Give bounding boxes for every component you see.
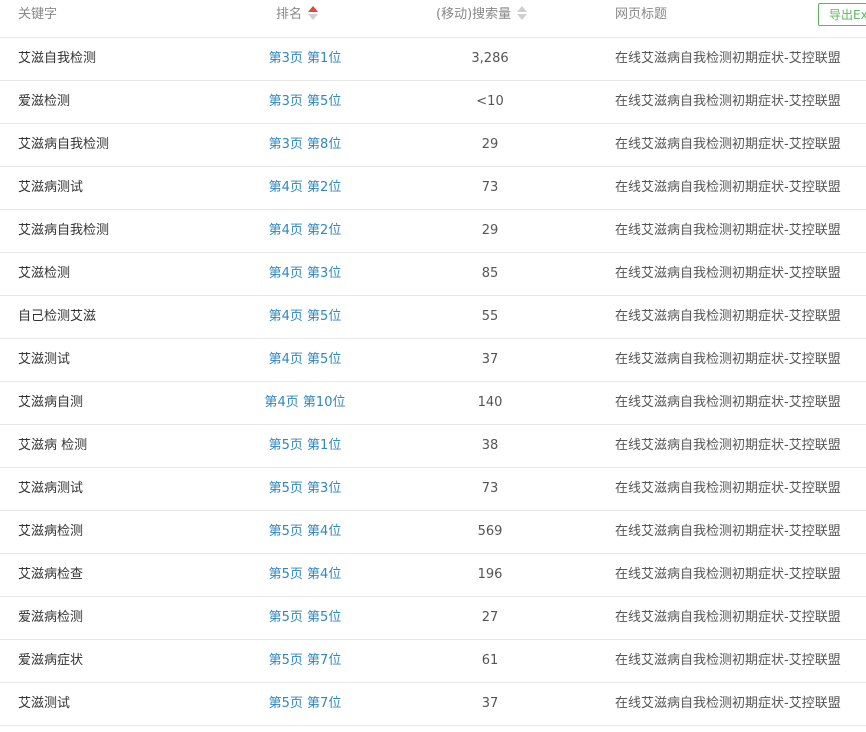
header-rank[interactable]: 排名 (276, 0, 319, 29)
table-row: 艾滋病检测 第5页 第4位 569 在线艾滋病自我检测初期症状-艾控联盟 (0, 511, 866, 554)
rank-link[interactable]: 第5页 第7位 (195, 640, 415, 682)
page-title-cell: 在线艾滋病自我检测初期症状-艾控联盟 (615, 524, 841, 539)
rank-link[interactable]: 第5页 第5位 (195, 597, 415, 639)
rank-link[interactable]: 第4页 第5位 (195, 339, 415, 381)
rank-link[interactable]: 第5页 第4位 (195, 511, 415, 553)
search-volume-cell: 29 (481, 137, 499, 152)
search-volume-cell: 38 (481, 438, 499, 453)
rank-link[interactable]: 第5页 第3位 (195, 468, 415, 510)
rank-link[interactable]: 第3页 第5位 (195, 81, 415, 123)
keyword-cell: 爱滋检测 (18, 94, 71, 109)
keyword-cell: 艾滋自我检测 (18, 51, 97, 66)
sort-icon[interactable] (308, 5, 319, 20)
page-title-cell: 在线艾滋病自我检测初期症状-艾控联盟 (615, 180, 841, 195)
keyword-cell: 自己检测艾滋 (18, 309, 97, 324)
keyword-cell: 艾滋病自我检测 (18, 223, 110, 238)
header-keyword: 关键字 (18, 7, 58, 22)
rank-link[interactable]: 第5页 第4位 (195, 554, 415, 596)
page-title-cell: 在线艾滋病自我检测初期症状-艾控联盟 (615, 653, 841, 668)
table-row: 爱滋病症状 第5页 第7位 61 在线艾滋病自我检测初期症状-艾控联盟 (0, 640, 866, 683)
keyword-ranking-table: 关键字 排名 (移动)搜索量 网页标题 导出Excel 艾滋自我检测 第3页 第1… (0, 0, 866, 726)
header-rank-label: 排名 (276, 7, 303, 22)
table-row: 爱滋病检测 第5页 第5位 27 在线艾滋病自我检测初期症状-艾控联盟 (0, 597, 866, 640)
keyword-cell: 艾滋测试 (18, 696, 71, 711)
search-volume-cell: 140 (477, 395, 503, 410)
keyword-cell: 艾滋病自测 (18, 395, 84, 410)
table-row: 艾滋测试 第5页 第7位 37 在线艾滋病自我检测初期症状-艾控联盟 (0, 683, 866, 726)
table-row: 艾滋病检查 第5页 第4位 196 在线艾滋病自我检测初期症状-艾控联盟 (0, 554, 866, 597)
keyword-cell: 艾滋病测试 (18, 481, 84, 496)
table-header: 关键字 排名 (移动)搜索量 网页标题 导出Excel (0, 0, 866, 38)
keyword-cell: 爱滋病检测 (18, 610, 84, 625)
search-volume-cell: 73 (481, 180, 499, 195)
table-row: 艾滋病自测 第4页 第10位 140 在线艾滋病自我检测初期症状-艾控联盟 (0, 382, 866, 425)
search-volume-cell: 37 (481, 352, 499, 367)
search-volume-cell: 3,286 (471, 51, 509, 66)
keyword-cell: 艾滋病测试 (18, 180, 84, 195)
keyword-cell: 艾滋病 检测 (18, 438, 88, 453)
search-volume-cell: 61 (481, 653, 499, 668)
page-title-cell: 在线艾滋病自我检测初期症状-艾控联盟 (615, 137, 841, 152)
search-volume-cell: 85 (481, 266, 499, 281)
table-row: 艾滋病自我检测 第4页 第2位 29 在线艾滋病自我检测初期症状-艾控联盟 (0, 210, 866, 253)
page-title-cell: 在线艾滋病自我检测初期症状-艾控联盟 (615, 94, 841, 109)
search-volume-cell: 73 (481, 481, 499, 496)
page-title-cell: 在线艾滋病自我检测初期症状-艾控联盟 (615, 567, 841, 582)
page-title-cell: 在线艾滋病自我检测初期症状-艾控联盟 (615, 352, 841, 367)
page-title-cell: 在线艾滋病自我检测初期症状-艾控联盟 (615, 481, 841, 496)
table-body: 艾滋自我检测 第3页 第1位 3,286 在线艾滋病自我检测初期症状-艾控联盟 爱滋检测… (0, 38, 866, 726)
table-row: 爱滋检测 第3页 第5位 <10 在线艾滋病自我检测初期症状-艾控联盟 (0, 81, 866, 124)
sort-icon[interactable] (517, 5, 528, 20)
table-row: 艾滋病 检测 第5页 第1位 38 在线艾滋病自我检测初期症状-艾控联盟 (0, 425, 866, 468)
search-volume-cell: 27 (481, 610, 499, 625)
table-row: 艾滋病测试 第4页 第2位 73 在线艾滋病自我检测初期症状-艾控联盟 (0, 167, 866, 210)
keyword-cell: 艾滋病自我检测 (18, 137, 110, 152)
table-row: 艾滋病自我检测 第3页 第8位 29 在线艾滋病自我检测初期症状-艾控联盟 (0, 124, 866, 167)
table-row: 艾滋自我检测 第3页 第1位 3,286 在线艾滋病自我检测初期症状-艾控联盟 (0, 38, 866, 81)
search-volume-cell: 196 (477, 567, 503, 582)
header-volume-label: (移动)搜索量 (436, 7, 512, 22)
search-volume-cell: 29 (481, 223, 499, 238)
rank-link[interactable]: 第3页 第8位 (195, 124, 415, 166)
keyword-cell: 艾滋病检查 (18, 567, 84, 582)
table-row: 艾滋测试 第4页 第5位 37 在线艾滋病自我检测初期症状-艾控联盟 (0, 339, 866, 382)
rank-link[interactable]: 第4页 第5位 (195, 296, 415, 338)
keyword-cell: 艾滋检测 (18, 266, 71, 281)
rank-link[interactable]: 第4页 第10位 (195, 382, 415, 424)
header-volume[interactable]: (移动)搜索量 (436, 0, 528, 29)
rank-link[interactable]: 第4页 第2位 (195, 167, 415, 209)
export-excel-button[interactable]: 导出Excel (818, 3, 866, 26)
page-title-cell: 在线艾滋病自我检测初期症状-艾控联盟 (615, 223, 841, 238)
page-title-cell: 在线艾滋病自我检测初期症状-艾控联盟 (615, 266, 841, 281)
page-title-cell: 在线艾滋病自我检测初期症状-艾控联盟 (615, 438, 841, 453)
search-volume-cell: <10 (476, 94, 504, 109)
search-volume-cell: 55 (481, 309, 499, 324)
search-volume-cell: 569 (477, 524, 503, 539)
header-page-title: 网页标题 (615, 7, 668, 22)
page-title-cell: 在线艾滋病自我检测初期症状-艾控联盟 (615, 610, 841, 625)
rank-link[interactable]: 第5页 第7位 (195, 683, 415, 725)
table-row: 艾滋检测 第4页 第3位 85 在线艾滋病自我检测初期症状-艾控联盟 (0, 253, 866, 296)
keyword-cell: 艾滋病检测 (18, 524, 84, 539)
rank-link[interactable]: 第3页 第1位 (195, 38, 415, 80)
rank-link[interactable]: 第5页 第1位 (195, 425, 415, 467)
page-title-cell: 在线艾滋病自我检测初期症状-艾控联盟 (615, 696, 841, 711)
table-row: 自己检测艾滋 第4页 第5位 55 在线艾滋病自我检测初期症状-艾控联盟 (0, 296, 866, 339)
rank-link[interactable]: 第4页 第2位 (195, 210, 415, 252)
page-title-cell: 在线艾滋病自我检测初期症状-艾控联盟 (615, 395, 841, 410)
keyword-cell: 爱滋病症状 (18, 653, 84, 668)
keyword-cell: 艾滋测试 (18, 352, 71, 367)
rank-link[interactable]: 第4页 第3位 (195, 253, 415, 295)
page-title-cell: 在线艾滋病自我检测初期症状-艾控联盟 (615, 51, 841, 66)
table-row: 艾滋病测试 第5页 第3位 73 在线艾滋病自我检测初期症状-艾控联盟 (0, 468, 866, 511)
page-title-cell: 在线艾滋病自我检测初期症状-艾控联盟 (615, 309, 841, 324)
search-volume-cell: 37 (481, 696, 499, 711)
